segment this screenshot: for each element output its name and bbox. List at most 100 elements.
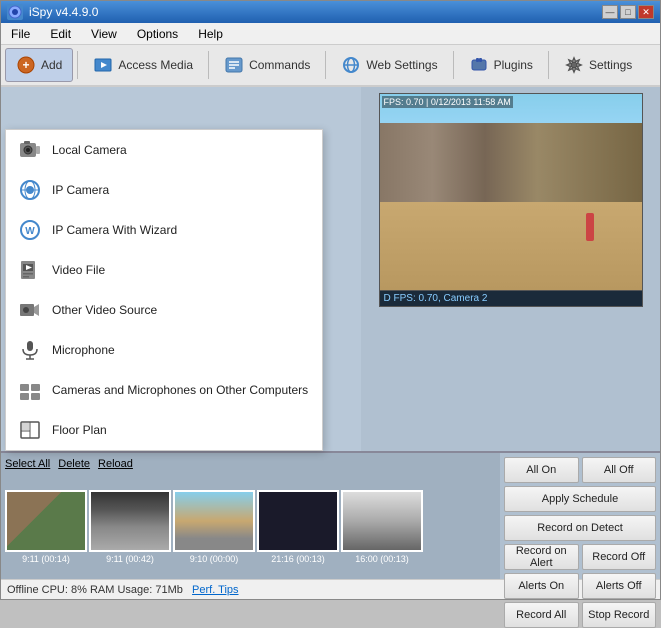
record-on-alert-button[interactable]: Record on Alert [504, 544, 579, 570]
dropdown-microphone[interactable]: Microphone [6, 330, 322, 370]
svg-text:W: W [25, 226, 35, 237]
menu-view[interactable]: View [85, 25, 123, 43]
thumb-img-1 [89, 490, 171, 552]
web-settings-label: Web Settings [366, 58, 437, 72]
menu-edit[interactable]: Edit [44, 25, 77, 43]
all-off-button[interactable]: All Off [582, 457, 657, 483]
microphone-icon [18, 338, 42, 362]
plugins-icon [469, 55, 489, 75]
reload-button[interactable]: Reload [98, 458, 133, 470]
toolbar-access-media-button[interactable]: Access Media [82, 48, 204, 82]
record-off-button[interactable]: Record Off [582, 544, 657, 570]
dropdown-cameras-other[interactable]: Cameras and Microphones on Other Compute… [6, 370, 322, 410]
thumb-label-0: 9:11 (00:14) [22, 554, 70, 564]
toolbar-plugins-button[interactable]: Plugins [458, 48, 544, 82]
record-on-detect-button[interactable]: Record on Detect [504, 515, 656, 541]
camera-scene [380, 94, 642, 290]
ctrl-row-4: Alerts On Alerts Off [504, 573, 656, 599]
add-icon: + [16, 55, 36, 75]
ip-camera-label: IP Camera [52, 183, 109, 197]
stop-record-button[interactable]: Stop Record [582, 602, 657, 628]
toolbar-commands-button[interactable]: Commands [213, 48, 321, 82]
ip-camera-wizard-label: IP Camera With Wizard [52, 223, 177, 237]
control-buttons-panel: All On All Off Apply Schedule Record on … [500, 453, 660, 579]
thumbnail-0[interactable]: 9:11 (00:14) [5, 490, 87, 564]
video-file-label: Video File [52, 263, 105, 277]
window-title: iSpy v4.4.9.0 [29, 5, 98, 19]
status-text: Offline CPU: 8% RAM Usage: 71Mb Perf. Ti… [7, 584, 239, 596]
floor-plan-label: Floor Plan [52, 423, 107, 437]
thumb-label-1: 9:11 (00:42) [106, 554, 154, 564]
separator-4 [453, 51, 454, 79]
thumbnail-2[interactable]: 9:10 (00:00) [173, 490, 255, 564]
thumbnail-1[interactable]: 9:11 (00:42) [89, 490, 171, 564]
web-settings-icon [341, 55, 361, 75]
ctrl-row-5: Record All Stop Record [504, 602, 656, 628]
separator-1 [77, 51, 78, 79]
right-panel: FPS: 0.70 | 0/12/2013 11:58 AM D FPS: 0.… [361, 87, 660, 451]
toolbar: + Add Access Media [1, 45, 660, 87]
floor-plan-icon [18, 418, 42, 442]
ip-camera-wizard-icon: W [18, 218, 42, 242]
cameras-other-icon [18, 378, 42, 402]
thumb-label-4: 16:00 (00:13) [355, 554, 409, 564]
alerts-off-button[interactable]: Alerts Off [582, 573, 657, 599]
all-on-button[interactable]: All On [504, 457, 579, 483]
menu-help[interactable]: Help [192, 25, 229, 43]
dropdown-ip-camera-wizard[interactable]: W IP Camera With Wizard [6, 210, 322, 250]
thumb-label-2: 9:10 (00:00) [190, 554, 239, 564]
dropdown-floor-plan[interactable]: Floor Plan [6, 410, 322, 450]
thumb-img-3 [257, 490, 339, 552]
toolbar-add-button[interactable]: + Add [5, 48, 73, 82]
other-video-icon [18, 298, 42, 322]
toolbar-web-settings-button[interactable]: Web Settings [330, 48, 448, 82]
menu-file[interactable]: File [5, 25, 36, 43]
commands-label: Commands [249, 58, 310, 72]
separator-5 [548, 51, 549, 79]
dropdown-other-video[interactable]: Other Video Source [6, 290, 322, 330]
settings-icon [564, 55, 584, 75]
minimize-button[interactable]: — [602, 5, 618, 19]
commands-icon [224, 55, 244, 75]
dropdown-video-file[interactable]: Video File [6, 250, 322, 290]
bottom-section: Select All Delete Reload 9:11 (00:14) [1, 451, 660, 579]
menu-bar: File Edit View Options Help [1, 23, 660, 45]
plugins-label: Plugins [494, 58, 533, 72]
main-window: iSpy v4.4.9.0 — □ ✕ File Edit View Optio… [0, 0, 661, 600]
access-media-label: Access Media [118, 58, 193, 72]
dropdown-local-camera[interactable]: Local Camera [6, 130, 322, 170]
close-button[interactable]: ✕ [638, 5, 654, 19]
ctrl-row-0: All On All Off [504, 457, 656, 483]
maximize-button[interactable]: □ [620, 5, 636, 19]
thumb-img-4 [341, 490, 423, 552]
settings-label: Settings [589, 58, 632, 72]
delete-button[interactable]: Delete [58, 458, 90, 470]
access-media-icon [93, 55, 113, 75]
camera-timestamp: FPS: 0.70 | 0/12/2013 11:58 AM [382, 96, 513, 108]
content-area: Local Camera IP Camera W [1, 87, 660, 579]
record-all-button[interactable]: Record All [504, 602, 579, 628]
ctrl-row-1: Apply Schedule [504, 486, 656, 512]
thumb-img-2 [173, 490, 255, 552]
select-all-button[interactable]: Select All [5, 458, 50, 470]
camera-status-text: D FPS: 0.70, Camera 2 [384, 293, 488, 304]
apply-schedule-button[interactable]: Apply Schedule [504, 486, 656, 512]
local-camera-icon [18, 138, 42, 162]
microphone-label: Microphone [52, 343, 115, 357]
add-dropdown-menu: Local Camera IP Camera W [5, 129, 323, 451]
camera-view[interactable]: FPS: 0.70 | 0/12/2013 11:58 AM [379, 93, 643, 291]
thumb-toolbar: Select All Delete Reload [1, 453, 500, 475]
ctrl-row-2: Record on Detect [504, 515, 656, 541]
perf-tips-link[interactable]: Perf. Tips [192, 584, 238, 596]
thumbnail-4[interactable]: 16:00 (00:13) [341, 490, 423, 564]
dropdown-ip-camera[interactable]: IP Camera [6, 170, 322, 210]
thumbnail-section: Select All Delete Reload 9:11 (00:14) [1, 453, 500, 579]
add-label: Add [41, 58, 62, 72]
alerts-on-button[interactable]: Alerts On [504, 573, 579, 599]
toolbar-settings-button[interactable]: Settings [553, 48, 643, 82]
thumb-img-0 [5, 490, 87, 552]
ctrl-row-3: Record on Alert Record Off [504, 544, 656, 570]
thumbnail-3[interactable]: 21:16 (00:13) [257, 490, 339, 564]
separator-2 [208, 51, 209, 79]
menu-options[interactable]: Options [131, 25, 184, 43]
